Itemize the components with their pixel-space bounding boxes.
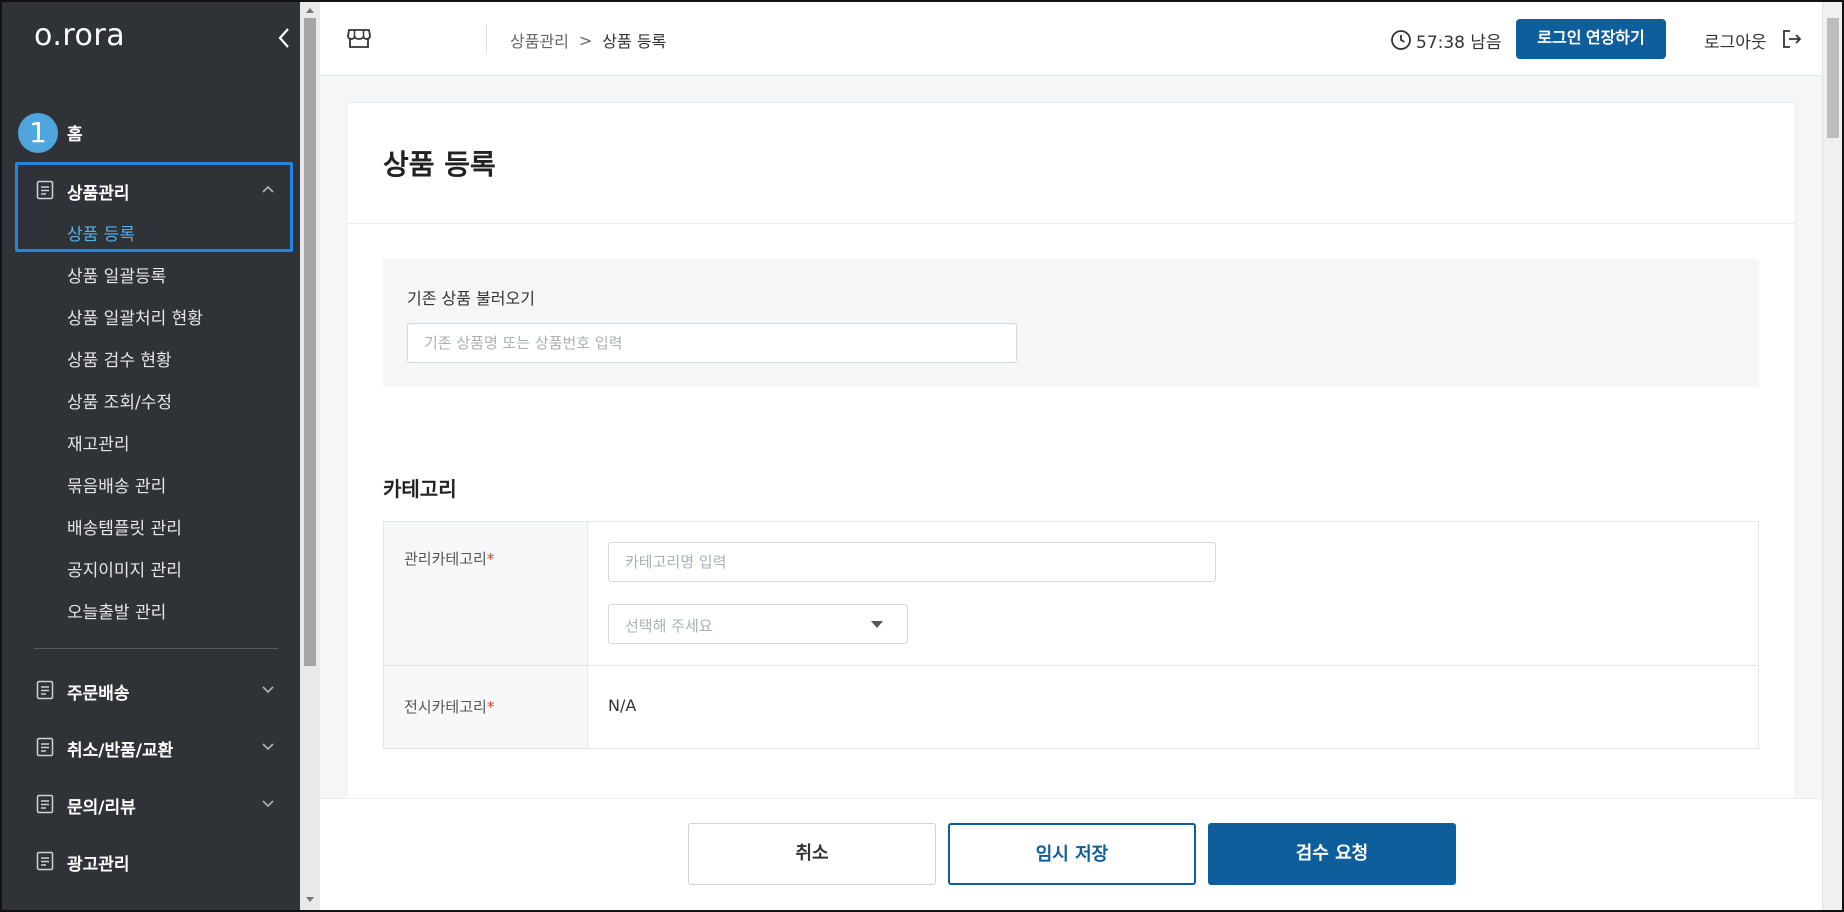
cancel-button[interactable]: 취소 [688, 823, 936, 885]
sidebar-group-label: 취소/반품/교환 [67, 741, 174, 761]
sidebar-item-bulk-register[interactable]: 상품 일괄등록 [67, 262, 166, 287]
sidebar-item-home[interactable]: 홈 [67, 120, 83, 145]
page-scrollbar[interactable] [1822, 2, 1842, 910]
sidebar-group-label: 주문배송 [67, 684, 130, 704]
sidebar-item-bulk-status[interactable]: 상품 일괄처리 현황 [67, 304, 203, 329]
manage-category-label: 관리카테고리* [404, 550, 495, 568]
scroll-down-icon[interactable] [305, 896, 315, 904]
temp-save-button[interactable]: 임시 저장 [948, 823, 1196, 885]
main-content: 상품 등록 기존 상품 불러오기 카테고리 관리카테고리* 선택해 주세요 [320, 76, 1822, 910]
sidebar-item-review-status[interactable]: 상품 검수 현황 [67, 346, 172, 371]
required-mark: * [486, 550, 495, 568]
import-section: 기존 상품 불러오기 [383, 259, 1759, 387]
sidebar-item-product-edit[interactable]: 상품 조회/수정 [67, 388, 172, 413]
scrollbar-thumb[interactable] [304, 18, 316, 666]
category-select[interactable]: 선택해 주세요 [608, 604, 908, 644]
category-select-value: 선택해 주세요 [625, 617, 713, 635]
sidebar-item-shipping-template[interactable]: 배송템플릿 관리 [67, 514, 182, 539]
required-mark: * [486, 698, 495, 716]
step-badge: 1 [18, 113, 58, 153]
sidebar-group-label: 광고관리 [67, 855, 130, 875]
session-timer: 57:38 남음 [1416, 33, 1502, 53]
brand-logo[interactable]: o.rora [34, 18, 125, 53]
chevron-up-icon [262, 185, 274, 193]
document-icon [36, 794, 54, 814]
scroll-up-icon[interactable] [305, 6, 315, 14]
breadcrumb-current: 상품 등록 [602, 32, 667, 51]
header-divider [486, 24, 487, 54]
logout-icon[interactable] [1780, 28, 1802, 50]
breadcrumb-separator: > [578, 30, 593, 50]
display-category-label: 전시카테고리* [404, 698, 495, 716]
category-section-title: 카테고리 [383, 477, 457, 501]
scrollbar-thumb[interactable] [1827, 18, 1839, 138]
chevron-down-icon [262, 800, 274, 808]
sidebar-group-label: 문의/리뷰 [67, 798, 136, 818]
sidebar-group-label: 상품관리 [67, 184, 130, 204]
sidebar-item-inventory[interactable]: 재고관리 [67, 430, 130, 455]
display-category-value: N/A [608, 696, 637, 715]
category-name-input[interactable] [608, 542, 1216, 582]
page-title: 상품 등록 [383, 148, 496, 181]
product-register-card: 상품 등록 기존 상품 불러오기 카테고리 관리카테고리* 선택해 주세요 [346, 102, 1797, 910]
sidebar-group-cancel[interactable]: 취소/반품/교환 [2, 728, 300, 764]
chevron-down-icon [262, 743, 274, 751]
app: o.rora 1 홈 상품관리 상품 등록 상품 일괄등록 상품 일괄처리 현황… [2, 2, 1842, 910]
manage-category-label-cell: 관리카테고리* [384, 522, 588, 665]
sidebar-item-notice-image[interactable]: 공지이미지 관리 [67, 556, 182, 581]
extend-login-button[interactable]: 로그인 연장하기 [1516, 19, 1666, 59]
import-label: 기존 상품 불러오기 [407, 289, 535, 308]
action-bar: 취소 임시 저장 검수 요청 [320, 798, 1822, 910]
sidebar-divider [34, 648, 278, 649]
display-category-label-cell: 전시카테고리* [384, 666, 588, 748]
sidebar-group-order[interactable]: 주문배송 [2, 671, 300, 707]
sidebar-item-today-shipping[interactable]: 오늘출발 관리 [67, 598, 166, 623]
breadcrumb-parent[interactable]: 상품관리 [510, 28, 569, 52]
window-frame: o.rora 1 홈 상품관리 상품 등록 상품 일괄등록 상품 일괄처리 현황… [0, 0, 1844, 912]
sidebar: o.rora 1 홈 상품관리 상품 등록 상품 일괄등록 상품 일괄처리 현황… [2, 2, 300, 910]
sidebar-item-product-register[interactable]: 상품 등록 [67, 220, 135, 245]
review-request-button[interactable]: 검수 요청 [1208, 823, 1456, 885]
document-icon [36, 737, 54, 757]
collapse-sidebar-icon[interactable] [274, 24, 294, 52]
breadcrumb: 상품관리 > 상품 등록 [510, 28, 666, 52]
chevron-down-icon [262, 686, 274, 694]
sidebar-group-inquiry[interactable]: 문의/리뷰 [2, 785, 300, 821]
sidebar-item-bundle-shipping[interactable]: 묶음배송 관리 [67, 472, 166, 497]
sidebar-group-ad[interactable]: 광고관리 [2, 842, 300, 878]
sidebar-scrollbar[interactable] [300, 2, 320, 910]
category-table: 관리카테고리* 선택해 주세요 전시카테고리* N/A [383, 521, 1759, 749]
document-icon [36, 680, 54, 700]
logout-link[interactable]: 로그아웃 [1704, 28, 1767, 53]
display-category-row: 전시카테고리* N/A [384, 666, 1758, 748]
manage-category-row: 관리카테고리* 선택해 주세요 [384, 522, 1758, 666]
sidebar-group-product[interactable]: 상품관리 [2, 171, 300, 207]
clock-icon [1391, 30, 1411, 50]
title-divider [347, 223, 1797, 224]
document-icon [36, 180, 54, 200]
import-search-input[interactable] [407, 323, 1017, 363]
caret-down-icon [871, 621, 883, 628]
top-header: 상품관리 > 상품 등록 57:38 남음 로그인 연장하기 로그아웃 [320, 2, 1822, 76]
store-icon[interactable] [346, 26, 372, 50]
document-icon [36, 851, 54, 871]
